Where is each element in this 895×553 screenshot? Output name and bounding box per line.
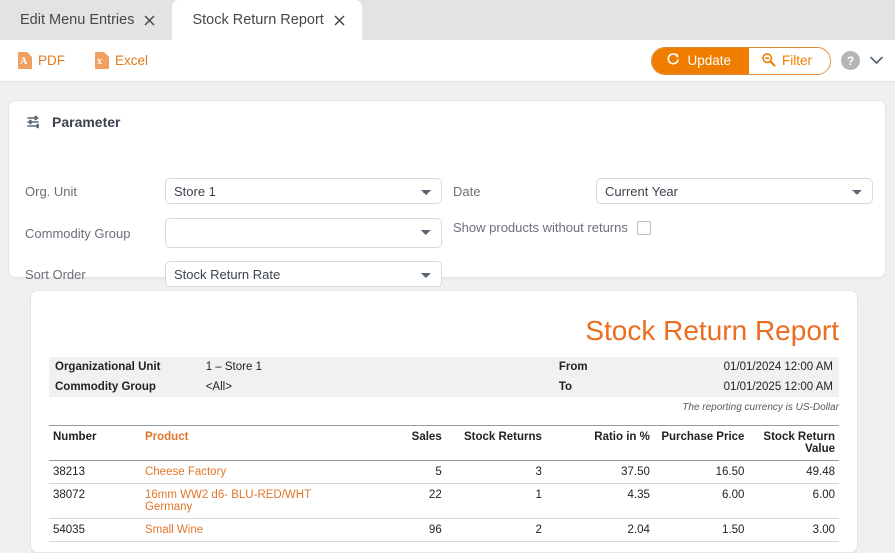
cell-product[interactable]: Cheese Factory — [140, 460, 365, 484]
currency-note: The reporting currency is US-Dollar — [682, 402, 839, 413]
info-value-to: 01/01/2025 12:00 AM — [723, 381, 833, 393]
filter-search-icon — [761, 52, 776, 70]
org-unit-label: Org. Unit — [25, 183, 78, 199]
column-header-product: Product — [140, 425, 365, 461]
parameter-panel-title: Parameter — [52, 114, 121, 130]
tab-stock-return-report[interactable]: Stock Return Report — [172, 0, 362, 40]
close-icon[interactable] — [144, 14, 155, 26]
info-key-from: From — [558, 361, 588, 373]
parameter-fields: Org. Unit Store 1 Commodity Group Sort O… — [9, 130, 885, 287]
table-row[interactable]: 38213 Cheese Factory 5 3 37.50 16.50 49.… — [49, 460, 839, 484]
cell-number: 38213 — [49, 460, 141, 484]
filter-button[interactable]: Filter — [749, 47, 830, 74]
cell-purchase-price: 6.00 — [653, 483, 749, 519]
cell-stock-returns: 2 — [445, 518, 546, 542]
cell-sales: 22 — [364, 483, 446, 519]
date-label: Date — [453, 183, 481, 199]
cell-stock-return-value: 49.48 — [748, 460, 839, 484]
sort-order-label: Sort Order — [25, 266, 86, 282]
report-panel: Stock Return Report Organizational Unit … — [30, 290, 858, 553]
update-button[interactable]: Update — [652, 47, 749, 74]
refresh-icon — [666, 52, 680, 69]
field-date: Date Current Year — [453, 178, 873, 204]
tab-bar: Edit Menu Entries Stock Return Report — [0, 0, 895, 40]
field-org-unit: Org. Unit Store 1 — [25, 178, 442, 204]
pdf-file-icon: A — [18, 52, 32, 69]
cell-product[interactable]: 16mm WW2 d6- BLU-RED/WHT Germany — [140, 483, 365, 519]
report-data-table: Number Product Sales Stock Returns Ratio… — [49, 425, 839, 542]
sliders-icon — [27, 115, 43, 129]
cell-number: 38072 — [49, 483, 141, 519]
table-row[interactable]: 38072 16mm WW2 d6- BLU-RED/WHT Germany 2… — [49, 483, 839, 519]
excel-file-icon: x — [95, 52, 109, 69]
export-pdf-label: PDF — [38, 53, 65, 68]
cell-stock-returns: 1 — [445, 483, 546, 519]
column-header-stock-return-value: Stock Return Value — [748, 425, 839, 461]
help-glyph: ? — [846, 53, 855, 68]
cell-purchase-price: 16.50 — [653, 460, 749, 484]
sort-order-select[interactable]: Stock Return Rate — [165, 261, 442, 287]
column-header-purchase-price: Purchase Price — [653, 425, 749, 461]
cell-purchase-price: 1.50 — [653, 518, 749, 542]
commodity-group-label: Commodity Group — [25, 225, 131, 241]
field-sort-order: Sort Order Stock Return Rate — [25, 261, 442, 287]
report-content: Stock Return Report Organizational Unit … — [31, 291, 857, 542]
column-header-stock-returns: Stock Returns — [445, 425, 546, 461]
export-excel-button[interactable]: x Excel — [91, 50, 152, 71]
cell-ratio: 2.04 — [545, 518, 654, 542]
update-button-label: Update — [687, 53, 731, 68]
column-header-number: Number — [49, 425, 141, 461]
org-unit-select[interactable]: Store 1 — [165, 178, 442, 204]
excel-icon-glyph: x — [97, 56, 102, 67]
tab-edit-menu-entries[interactable]: Edit Menu Entries — [0, 0, 172, 40]
cell-sales: 5 — [364, 460, 446, 484]
tab-label: Stock Return Report — [192, 12, 324, 28]
cell-number: 54035 — [49, 518, 141, 542]
help-icon[interactable]: ? — [841, 51, 860, 70]
cell-ratio: 4.35 — [545, 483, 654, 519]
cell-product[interactable]: Small Wine — [140, 518, 365, 542]
info-row: Organizational Unit 1 – Store 1 From 01/… — [49, 357, 839, 377]
info-value: 1 – Store 1 — [205, 361, 262, 373]
cell-sales: 96 — [364, 518, 446, 542]
report-title: Stock Return Report — [585, 315, 839, 346]
field-commodity-group: Commodity Group — [25, 218, 442, 248]
export-pdf-button[interactable]: A PDF — [14, 50, 69, 71]
parameter-panel: Parameter Org. Unit Store 1 Commodity Gr… — [8, 100, 886, 287]
close-icon[interactable] — [334, 14, 345, 26]
export-excel-label: Excel — [115, 53, 149, 68]
info-value: <All> — [205, 381, 232, 393]
pdf-icon-glyph: A — [20, 56, 28, 67]
table-body: 38213 Cheese Factory 5 3 37.50 16.50 49.… — [49, 460, 839, 542]
filter-button-label: Filter — [782, 53, 812, 68]
table-row[interactable]: 54035 Small Wine 96 2 2.04 1.50 3.00 — [49, 518, 839, 542]
report-info-table: Organizational Unit 1 – Store 1 From 01/… — [49, 357, 839, 397]
commodity-group-select[interactable] — [165, 218, 442, 248]
toolbar-actions: Update Filter ? — [651, 46, 883, 75]
toolbar: A PDF x Excel Update Filter ? — [0, 40, 895, 82]
info-key: Commodity Group — [55, 381, 156, 393]
show-products-label: Show products without returns — [453, 220, 628, 235]
info-value-from: 01/01/2024 12:00 AM — [723, 361, 833, 373]
tab-label: Edit Menu Entries — [20, 12, 135, 28]
cell-ratio: 37.50 — [545, 460, 654, 484]
update-filter-segmented-control: Update Filter — [651, 46, 831, 75]
chevron-down-icon[interactable] — [870, 55, 883, 67]
show-products-checkbox[interactable] — [636, 220, 651, 235]
table-header-row: Number Product Sales Stock Returns Ratio… — [49, 425, 839, 461]
date-select[interactable]: Current Year — [596, 178, 873, 204]
cell-stock-return-value: 6.00 — [748, 483, 839, 519]
info-key-to: To — [558, 381, 573, 393]
cell-stock-returns: 3 — [445, 460, 546, 484]
column-header-sales: Sales — [364, 425, 446, 461]
parameter-panel-header: Parameter — [9, 101, 885, 130]
cell-stock-return-value: 3.00 — [748, 518, 839, 542]
info-key: Organizational Unit — [55, 361, 161, 373]
column-header-ratio: Ratio in % — [545, 425, 654, 461]
info-row: Commodity Group <All> To 01/01/2025 12:0… — [49, 377, 839, 397]
field-show-products-without-returns: Show products without returns — [453, 220, 651, 235]
